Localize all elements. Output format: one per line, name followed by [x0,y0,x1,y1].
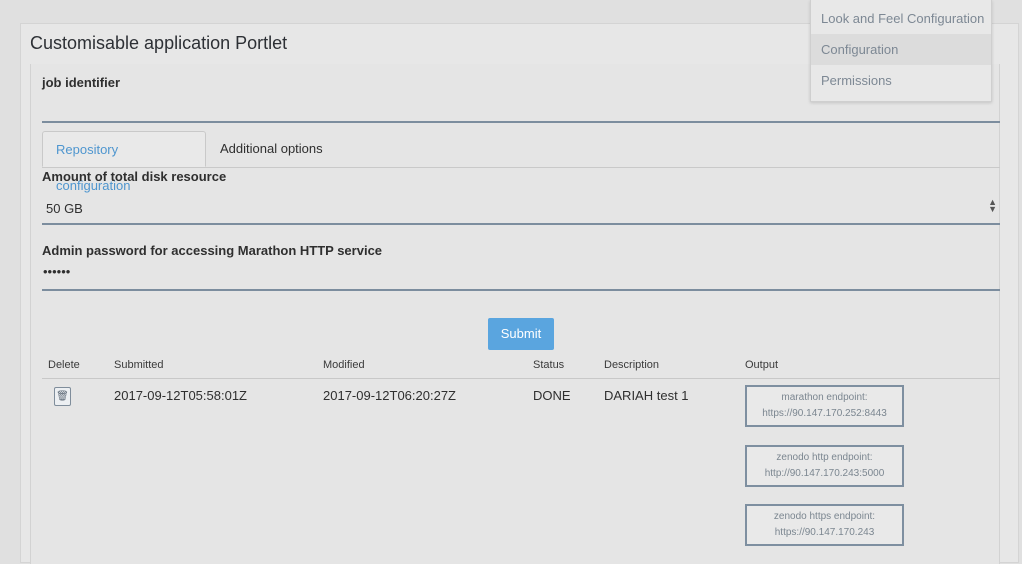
portlet-title: Customisable application Portlet [30,33,288,53]
delete-job-button[interactable]: 🗑 [54,387,71,406]
portlet-content: job identifier Repository configuration … [30,64,1000,564]
password-underline [42,289,1000,291]
disk-resource-label: Amount of total disk resource [42,169,227,184]
disk-resource-value: 50 GB [46,201,83,216]
menu-item-permissions[interactable]: Permissions [811,65,991,96]
header-output: Output [745,359,779,371]
password-label: Admin password for accessing Marathon HT… [42,243,383,258]
header-modified: Modified [323,359,365,371]
job-identifier-label: job identifier [42,75,120,90]
trash-icon: 🗑 [56,391,69,402]
output-name: zenodo http endpoint: [776,452,873,463]
output-zenodo-http-endpoint[interactable]: zenodo http endpoint: http://90.147.170.… [745,445,904,487]
menu-item-configuration[interactable]: Configuration [811,34,991,65]
tab-bar: Repository configuration Additional opti… [42,131,1000,193]
tab-additional-options[interactable]: Additional options [207,131,347,167]
cell-submitted: 2017-09-12T05:58:01Z [114,388,247,403]
portlet-container: Customisable application Portlet job ide… [20,23,1019,564]
header-submitted: Submitted [114,359,164,371]
cell-status: DONE [533,388,571,403]
disk-resource-select[interactable]: 50 GB ▲ ▼ [42,193,1000,223]
table-header-divider [42,378,1000,379]
cell-modified: 2017-09-12T06:20:27Z [323,388,456,403]
job-identifier-input[interactable] [42,121,1000,123]
portlet-options-menu: Look and Feel Configuration Configuratio… [810,0,992,102]
output-name: zenodo https endpoint: [773,511,876,522]
output-url: https://90.147.170.243 [774,527,875,538]
output-url: https://90.147.170.252:8443 [762,408,887,419]
disk-select-underline [42,223,1000,225]
submit-button[interactable]: Submit [488,318,554,350]
password-field[interactable]: •••••• [43,264,70,279]
header-description: Description [604,359,660,371]
output-name: marathon endpoint: [781,392,868,403]
menu-item-look-and-feel[interactable]: Look and Feel Configuration [811,3,991,34]
cell-description: DARIAH test 1 [604,388,689,403]
select-arrows-icon: ▲ ▼ [988,197,997,214]
tab-repository-configuration[interactable]: Repository configuration [42,131,206,193]
output-url: http://90.147.170.243:5000 [764,468,885,479]
output-zenodo-https-endpoint[interactable]: zenodo https endpoint: https://90.147.17… [745,504,904,546]
output-marathon-endpoint[interactable]: marathon endpoint: https://90.147.170.25… [745,385,904,427]
header-delete: Delete [48,359,80,371]
header-status: Status [533,359,565,371]
